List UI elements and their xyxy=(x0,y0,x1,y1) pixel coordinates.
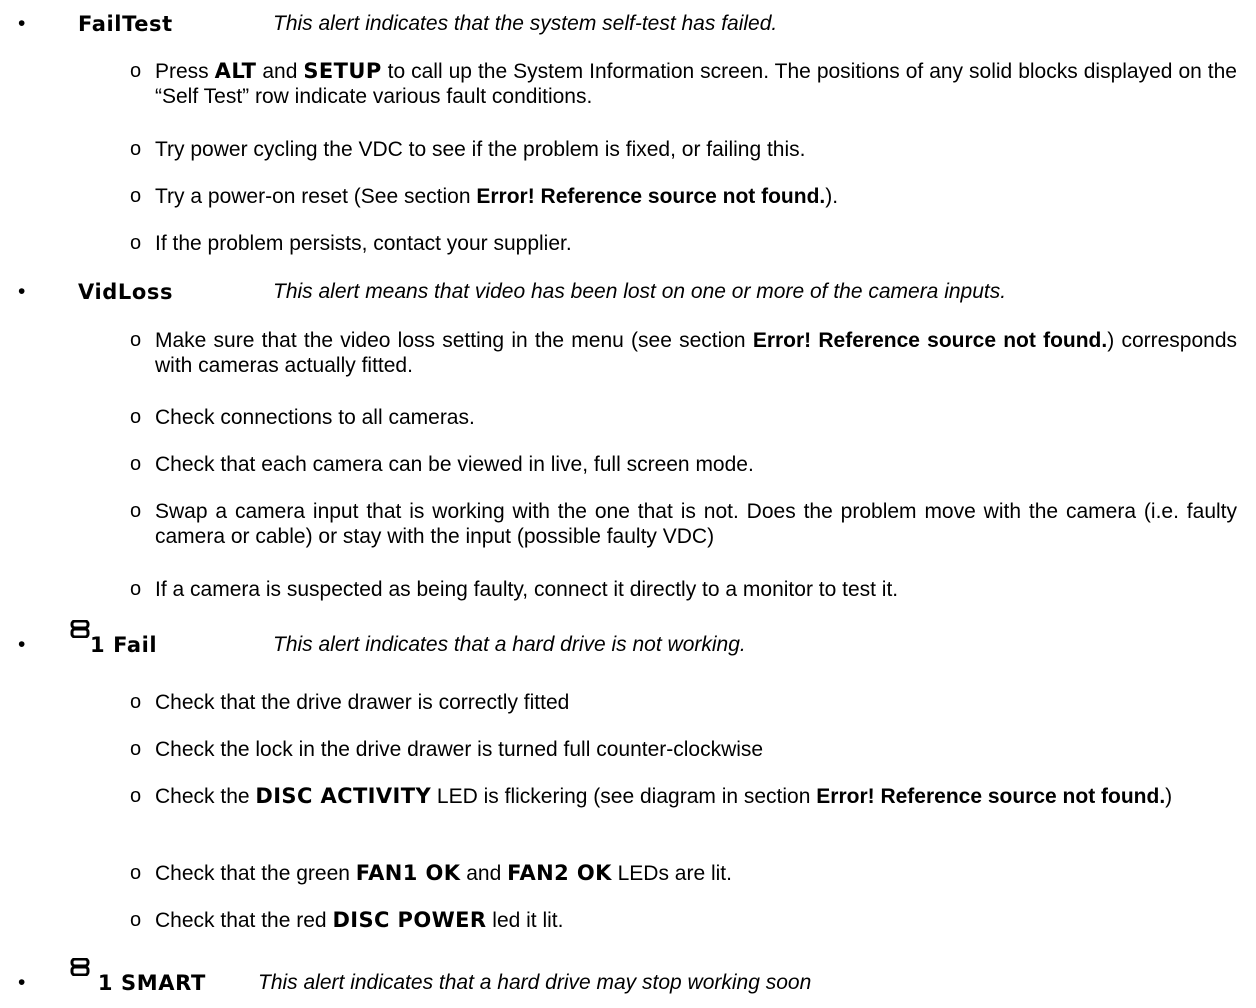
keyword-disc-activity: DISC ACTIVITY xyxy=(255,784,432,808)
sub-bullet-icon: o xyxy=(130,138,142,160)
disc-smart-heading: • 1 SMART This alert indicates that a ha… xyxy=(18,958,1248,998)
keyword-alt: ALT xyxy=(214,59,257,83)
sub-bullet-icon: o xyxy=(130,909,142,931)
vidloss-item-3-text: Check that each camera can be viewed in … xyxy=(155,453,754,476)
failtest-item-2-text: Try power cycling the VDC to see if the … xyxy=(155,138,806,161)
sub-bullet-icon: o xyxy=(130,578,142,600)
sub-bullet-icon: o xyxy=(130,785,142,807)
sub-bullet-icon: o xyxy=(130,500,142,522)
error-reference: Error! Reference source not found. xyxy=(752,329,1108,352)
sub-bullet-icon: o xyxy=(130,453,142,475)
keyword-fan2-ok: FAN2 OK xyxy=(507,861,612,885)
error-reference: Error! Reference source not found. xyxy=(816,785,1166,808)
vidloss-heading: • VidLoss This alert means that video ha… xyxy=(18,277,1248,307)
error-reference: Error! Reference source not found. xyxy=(476,185,826,208)
disc-smart-description: This alert indicates that a hard drive m… xyxy=(258,971,812,994)
bullet-icon: • xyxy=(18,971,26,994)
vidloss-item-2-text: Check connections to all cameras. xyxy=(155,406,475,429)
bullet-icon: • xyxy=(18,12,26,35)
sub-bullet-icon: o xyxy=(130,738,142,760)
disc-fail-heading: • 1 Fail This alert indicates that a har… xyxy=(18,620,1248,660)
sub-bullet-icon: o xyxy=(130,406,142,428)
bullet-icon: • xyxy=(18,633,26,656)
failtest-term: FailTest xyxy=(78,12,173,36)
sub-bullet-icon: o xyxy=(130,232,142,254)
vidloss-item-4-text: Swap a camera input that is working with… xyxy=(155,500,1237,548)
disc-fail-item-3-text: Check the DISC ACTIVITY LED is flickerin… xyxy=(155,784,1173,808)
disc-smart-term: 1 SMART xyxy=(70,958,206,998)
disc-fail-item-1-text: Check that the drive drawer is correctly… xyxy=(155,691,570,714)
bullet-icon: • xyxy=(18,280,26,303)
disc-icon xyxy=(70,620,90,638)
failtest-description: This alert indicates that the system sel… xyxy=(273,12,778,35)
sub-bullet-icon: o xyxy=(130,329,142,351)
vidloss-item-1-text: Make sure that the video loss setting in… xyxy=(155,329,1237,377)
sub-bullet-icon: o xyxy=(130,862,142,884)
disc-icon xyxy=(70,958,90,976)
keyword-fan1-ok: FAN1 OK xyxy=(355,861,461,885)
keyword-disc-power: DISC POWER xyxy=(332,908,487,932)
vidloss-item-5-text: If a camera is suspected as being faulty… xyxy=(155,578,899,601)
failtest-item-3-text: Try a power-on reset (See section Error!… xyxy=(155,185,839,208)
sub-bullet-icon: o xyxy=(130,691,142,713)
disc-fail-item-2-text: Check the lock in the drive drawer is tu… xyxy=(155,738,764,761)
disc-fail-term: 1 Fail xyxy=(70,620,157,660)
failtest-heading: • FailTest This alert indicates that the… xyxy=(18,9,1248,39)
disc-fail-item-5-text: Check that the red DISC POWER led it lit… xyxy=(155,908,564,932)
vidloss-description: This alert means that video has been los… xyxy=(273,280,1007,303)
vidloss-term: VidLoss xyxy=(78,280,174,304)
failtest-item-1-text: Press ALT and SETUP to call up the Syste… xyxy=(155,59,1237,108)
disc-fail-description: This alert indicates that a hard drive i… xyxy=(273,633,746,656)
sub-bullet-icon: o xyxy=(130,185,142,207)
keyword-setup: SETUP xyxy=(303,59,382,83)
sub-bullet-icon: o xyxy=(130,60,142,82)
disc-fail-item-4-text: Check that the green FAN1 OK and FAN2 OK… xyxy=(155,861,732,885)
failtest-item-4-text: If the problem persists, contact your su… xyxy=(155,232,572,255)
